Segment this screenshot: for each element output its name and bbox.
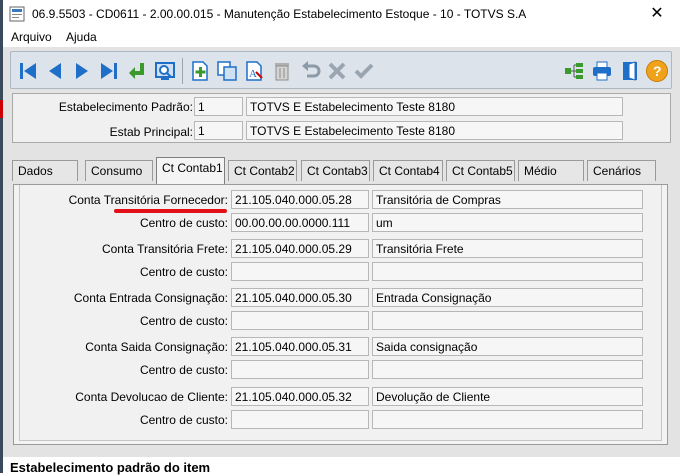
window-title: 06.9.5503 - CD0611 - 2.00.00.015 - Manut…: [32, 7, 527, 21]
conta-devolucao-cliente-label: Conta Devolucao de Cliente:: [75, 390, 228, 404]
confirm-icon[interactable]: [351, 58, 377, 84]
estab-principal-code-field[interactable]: 1: [194, 121, 243, 140]
centro-custo-devolucao-label: Centro de custo:: [139, 413, 228, 427]
undo-icon[interactable]: [297, 58, 323, 84]
goto-record-icon[interactable]: [124, 58, 150, 84]
conta-transitoria-frete-desc[interactable]: Transitória Frete: [372, 239, 643, 258]
add-record-icon[interactable]: [187, 58, 213, 84]
menu-bar: Arquivo Ajuda: [3, 28, 680, 47]
status-bar: Estabelecimento padrão do item: [3, 457, 680, 475]
copy-record-icon[interactable]: [214, 58, 240, 84]
next-record-icon[interactable]: [69, 58, 95, 84]
conta-transitoria-fornecedor-desc[interactable]: Transitória de Compras: [372, 190, 643, 209]
last-record-icon[interactable]: [96, 58, 122, 84]
conta-saida-consignacao-field[interactable]: 21.105.040.000.05.31: [231, 337, 369, 356]
conta-devolucao-cliente-desc[interactable]: Devolução de Cliente: [372, 387, 643, 406]
help-icon[interactable]: ?: [644, 58, 670, 84]
toolbar-separator: [182, 58, 183, 84]
centro-custo-devolucao-desc[interactable]: [372, 410, 643, 429]
previous-record-icon[interactable]: [42, 58, 68, 84]
centro-custo-frete-label: Centro de custo:: [139, 265, 228, 279]
delete-record-icon[interactable]: [269, 58, 295, 84]
conta-entrada-consignacao-label: Conta Entrada Consignação:: [73, 291, 228, 305]
conta-devolucao-cliente-field[interactable]: 21.105.040.000.05.32: [231, 387, 369, 406]
centro-custo-saida-field[interactable]: [231, 360, 369, 379]
conta-transitoria-frete-label: Conta Transitória Frete:: [101, 242, 228, 256]
toolbar: A ?: [10, 51, 672, 89]
ct-contab1-form: Conta Transitória Fornecedor: 21.105.040…: [19, 185, 662, 441]
estab-padrao-code-field[interactable]: 1: [194, 97, 243, 116]
menu-ajuda[interactable]: Ajuda: [66, 30, 97, 44]
main-window: A ? Estabelecimento Padrão: 1 TOTVS E Es…: [3, 47, 680, 457]
estab-padrao-name-field[interactable]: TOTVS E Estabelecimento Teste 8180: [246, 97, 623, 116]
centro-custo-frete-desc[interactable]: [372, 262, 643, 281]
title-bar: 06.9.5503 - CD0611 - 2.00.00.015 - Manut…: [3, 0, 680, 28]
conta-transitoria-frete-field[interactable]: 21.105.040.000.05.29: [231, 239, 369, 258]
centro-custo-fornecedor-label: Centro de custo:: [139, 216, 228, 230]
establishment-header: Estabelecimento Padrão: 1 TOTVS E Estabe…: [12, 93, 671, 143]
tab-ct-contab1[interactable]: Ct Contab1: [156, 157, 225, 184]
conta-transitoria-fornecedor-label: Conta Transitória Fornecedor:: [68, 193, 228, 207]
tab-dados[interactable]: Dados: [12, 160, 78, 181]
svg-text:A: A: [249, 68, 257, 80]
tab-consumo[interactable]: Consumo: [85, 160, 153, 181]
ct-contab1-panel: Conta Transitória Fornecedor: 21.105.040…: [13, 184, 668, 445]
centro-custo-fornecedor-desc[interactable]: um: [372, 213, 643, 232]
tab-ct-contab3[interactable]: Ct Contab3: [301, 160, 370, 181]
centro-custo-devolucao-field[interactable]: [231, 410, 369, 429]
conta-entrada-consignacao-desc[interactable]: Entrada Consignação: [372, 288, 643, 307]
estab-padrao-label: Estabelecimento Padrão:: [58, 100, 193, 114]
edit-record-icon[interactable]: A: [241, 58, 267, 84]
first-record-icon[interactable]: [15, 58, 41, 84]
conta-saida-consignacao-desc[interactable]: Saida consignação: [372, 337, 643, 356]
centro-custo-saida-label: Centro de custo:: [139, 363, 228, 377]
centro-custo-saida-desc[interactable]: [372, 360, 643, 379]
tab-ct-contab2[interactable]: Ct Contab2: [228, 160, 297, 181]
centro-custo-entrada-field[interactable]: [231, 311, 369, 330]
centro-custo-entrada-desc[interactable]: [372, 311, 643, 330]
centro-custo-entrada-label: Centro de custo:: [139, 314, 228, 328]
tab-cenarios[interactable]: Cenários: [587, 160, 656, 181]
exit-icon[interactable]: [617, 58, 643, 84]
red-annotation-underline: [114, 209, 227, 213]
print-icon[interactable]: [589, 58, 615, 84]
estab-principal-name-field[interactable]: TOTVS E Estabelecimento Teste 8180: [246, 121, 623, 140]
tab-ct-contab5[interactable]: Ct Contab5: [446, 160, 515, 181]
cancel-icon[interactable]: [324, 58, 350, 84]
conta-entrada-consignacao-field[interactable]: 21.105.040.000.05.30: [231, 288, 369, 307]
menu-arquivo[interactable]: Arquivo: [11, 30, 52, 44]
tab-medio[interactable]: Médio: [518, 160, 584, 181]
close-window-button[interactable]: ✕: [634, 0, 680, 28]
tree-view-icon[interactable]: [561, 58, 587, 84]
app-icon: [9, 6, 25, 22]
tab-ct-contab4[interactable]: Ct Contab4: [373, 160, 443, 181]
centro-custo-fornecedor-field[interactable]: 00.00.00.00.0000.111: [231, 213, 369, 232]
svg-text:?: ?: [653, 63, 662, 79]
estab-principal-label: Estab Principal:: [109, 125, 193, 139]
centro-custo-frete-field[interactable]: [231, 262, 369, 281]
conta-transitoria-fornecedor-field[interactable]: 21.105.040.000.05.28: [231, 190, 369, 209]
search-icon[interactable]: [152, 58, 178, 84]
conta-saida-consignacao-label: Conta Saida Consignação:: [85, 340, 228, 354]
